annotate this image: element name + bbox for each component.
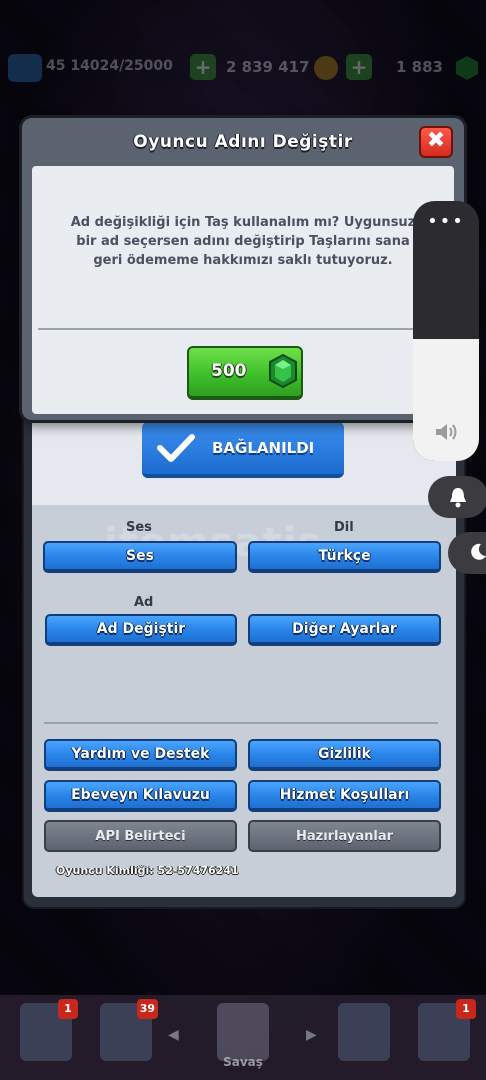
language-button[interactable]: Türkçe: [248, 541, 441, 573]
gem-icon: [269, 354, 297, 388]
language-section-label: Dil: [334, 520, 354, 535]
sound-button[interactable]: Ses: [43, 541, 237, 573]
bell-icon: [450, 488, 466, 508]
shop-notification-badge: 1: [58, 999, 78, 1019]
nav-battle-tab[interactable]: [217, 1003, 269, 1061]
player-id: Oyuncu Kimliği: 52-57476241: [56, 864, 239, 877]
dialog-message: Ad değişikliği için Taş kullanalım mı? U…: [70, 215, 416, 268]
nav-cards-tab[interactable]: 39: [100, 999, 158, 1061]
help-support-button[interactable]: Yardım ve Destek: [44, 739, 237, 771]
other-settings-button-label: Diğer Ayarlar: [292, 621, 397, 637]
credits-button[interactable]: Hazırlayanlar: [248, 820, 441, 852]
privacy-button[interactable]: Gizlilik: [248, 739, 441, 771]
sound-button-label: Ses: [126, 548, 154, 564]
settings-divider: [44, 722, 438, 724]
dialog-title: Oyuncu Adını Değiştir: [133, 132, 353, 152]
connected-button[interactable]: BAĞLANILDI: [142, 422, 344, 478]
volume-more-icon[interactable]: •••: [413, 211, 479, 232]
close-icon: ✖: [426, 128, 446, 153]
terms-button-label: Hizmet Koşulları: [279, 787, 410, 803]
sound-section-label: Ses: [126, 520, 152, 535]
ring-mode-button[interactable]: [428, 476, 486, 518]
privacy-button-label: Gizlilik: [318, 746, 371, 762]
connected-label: BAĞLANILDI: [212, 439, 315, 457]
events-notification-badge: 1: [456, 999, 476, 1019]
nav-battle-label: Savaş: [223, 1055, 263, 1069]
gem-price: 500: [211, 361, 247, 381]
nav-events-tab[interactable]: 1: [418, 999, 476, 1061]
language-button-label: Türkçe: [318, 548, 371, 564]
checkmark-icon: [157, 434, 195, 462]
dialog-divider: [38, 328, 448, 330]
moon-icon: [471, 543, 486, 560]
name-section-label: Ad: [134, 595, 154, 610]
parent-guide-button-label: Ebeveyn Kılavuzu: [71, 787, 210, 803]
api-token-button[interactable]: API Belirteci: [44, 820, 237, 852]
dark-mode-button[interactable]: [448, 532, 486, 574]
nav-left-arrow-icon[interactable]: ◀: [168, 1027, 179, 1043]
nav-shop-tab[interactable]: 1: [20, 999, 78, 1061]
volume-slider[interactable]: •••: [413, 201, 479, 461]
close-button[interactable]: ✖: [419, 126, 453, 158]
help-support-button-label: Yardım ve Destek: [71, 746, 210, 762]
bottom-navigation: 1 39 ◀ ▶ 1 Savaş: [0, 995, 486, 1080]
credits-button-label: Hazırlayanlar: [295, 828, 394, 844]
terms-button[interactable]: Hizmet Koşulları: [248, 780, 441, 812]
nav-clan-tab[interactable]: [338, 1003, 390, 1061]
parent-guide-button[interactable]: Ebeveyn Kılavuzu: [44, 780, 237, 812]
speaker-icon: [436, 424, 457, 440]
api-token-button-label: API Belirteci: [95, 828, 186, 844]
cards-notification-badge: 39: [136, 999, 158, 1019]
confirm-gem-purchase-button[interactable]: 500: [187, 346, 303, 400]
change-name-button-label: Ad Değiştir: [96, 621, 186, 637]
other-settings-button[interactable]: Diğer Ayarlar: [248, 614, 441, 646]
nav-right-arrow-icon[interactable]: ▶: [306, 1027, 317, 1043]
change-name-button[interactable]: Ad Değiştir: [45, 614, 237, 646]
